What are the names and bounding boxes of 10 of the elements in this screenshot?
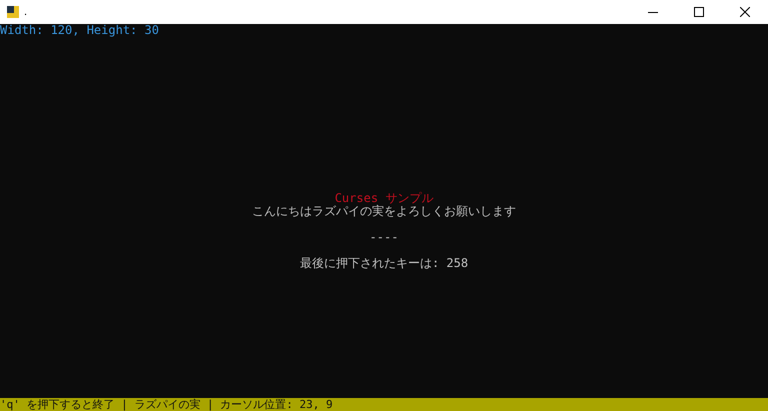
window-title: . bbox=[24, 4, 28, 20]
last-key-text: 最後に押下されたキーは: 258 bbox=[300, 257, 468, 270]
terminal-title: Curses サンプル bbox=[334, 192, 434, 205]
greeting-text: こんにちはラズパイの実をよろしくお願いします bbox=[252, 205, 516, 218]
status-text: 'q' を押下すると終了 | ラズパイの実 | カーソル位置: 23, 9 bbox=[0, 398, 333, 410]
terminal-size-text: Width: 120, Height: 30 bbox=[0, 24, 159, 37]
separator-text: ---- bbox=[370, 231, 398, 244]
close-icon bbox=[740, 7, 750, 17]
app-icon bbox=[6, 5, 20, 19]
maximize-icon bbox=[694, 7, 704, 17]
